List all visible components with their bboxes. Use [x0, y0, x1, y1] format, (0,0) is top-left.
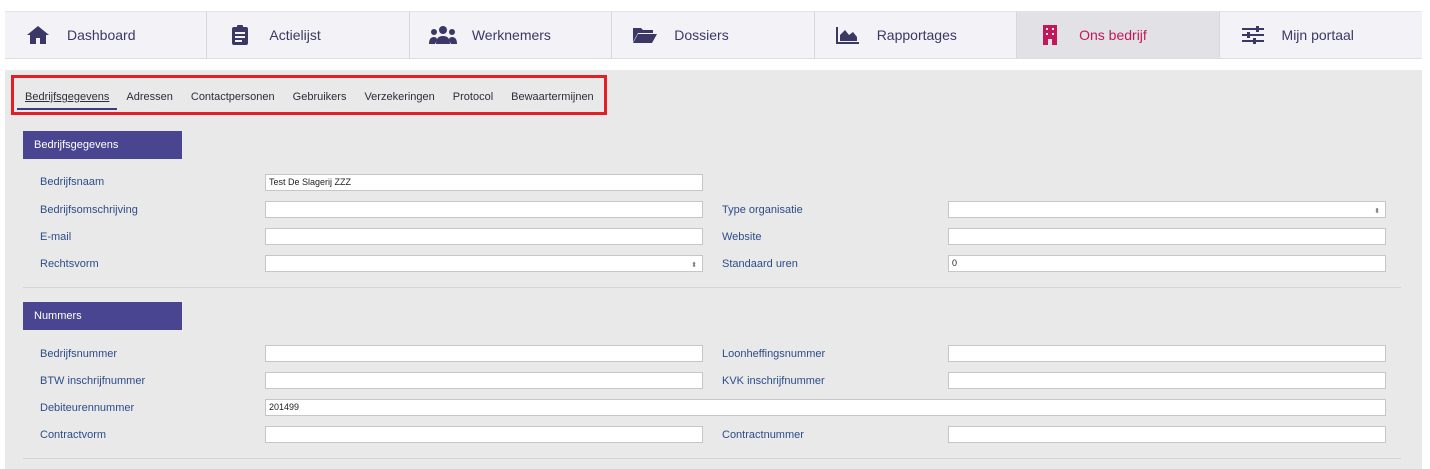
contractnummer-input[interactable]: [948, 426, 1386, 443]
website-label: Website: [722, 231, 762, 243]
loonheffingsnummer-input[interactable]: [948, 345, 1386, 362]
contractnummer-label: Contractnummer: [722, 429, 804, 441]
area-chart-icon: [833, 24, 863, 46]
nav-label: Mijn portaal: [1281, 27, 1354, 43]
select-arrows-icon: ⬍: [1374, 208, 1380, 215]
nav-dossiers[interactable]: Dossiers: [612, 12, 815, 58]
bedrijfsnaam-input[interactable]: Test De Slagerij ZZZ: [265, 174, 703, 191]
website-input[interactable]: [948, 228, 1386, 245]
kvk-input[interactable]: [948, 372, 1386, 389]
section-header-nummers: Nummers: [23, 302, 182, 330]
email-label: E-mail: [40, 231, 72, 243]
tab-adressen[interactable]: Adressen: [117, 84, 181, 110]
kvk-label: KVK inschrijfnummer: [722, 375, 825, 387]
bedrijfsnummer-input[interactable]: [265, 345, 703, 362]
rechtsvorm-label: Rechtsvorm: [40, 258, 99, 270]
btw-input[interactable]: [265, 372, 703, 389]
tab-gebruikers[interactable]: Gebruikers: [284, 84, 356, 110]
building-icon: [1035, 24, 1065, 46]
users-icon: [428, 24, 458, 46]
sliders-icon: [1238, 24, 1268, 46]
bedrijfsomschrijving-label: Bedrijfsomschrijving: [40, 204, 138, 216]
home-icon: [23, 24, 53, 46]
nav-werknemers[interactable]: Werknemers: [410, 12, 613, 58]
email-input[interactable]: [265, 228, 703, 245]
tab-bar: Bedrijfsgegevens Adressen Contactpersone…: [17, 84, 603, 112]
rechtsvorm-select[interactable]: ⬍: [265, 255, 703, 272]
nav-dashboard[interactable]: Dashboard: [5, 12, 208, 58]
select-arrows-icon: ⬍: [691, 262, 697, 269]
loonheffingsnummer-label: Loonheffingsnummer: [722, 348, 826, 360]
nav-label: Ons bedrijf: [1079, 27, 1147, 43]
debiteurennummer-label: Debiteurennummer: [40, 402, 135, 414]
main-nav: Dashboard Actielijst Werknemers Dossiers…: [5, 11, 1422, 59]
nav-mijn-portaal[interactable]: Mijn portaal: [1220, 12, 1422, 58]
section-divider: [23, 458, 1401, 459]
btw-label: BTW inschrijfnummer: [40, 375, 146, 387]
contractvorm-label: Contractvorm: [40, 429, 107, 441]
nav-actielijst[interactable]: Actielijst: [207, 12, 410, 58]
tab-bedrijfsgegevens[interactable]: Bedrijfsgegevens: [17, 84, 118, 110]
nav-label: Dossiers: [674, 27, 729, 43]
folder-icon: [630, 24, 660, 46]
content-area: Bedrijfsgegevens Adressen Contactpersone…: [5, 70, 1422, 469]
nav-label: Rapportages: [876, 27, 957, 43]
tab-protocol[interactable]: Protocol: [444, 84, 502, 110]
bedrijfsnaam-label: Bedrijfsnaam: [40, 176, 105, 188]
nav-label: Actielijst: [269, 27, 321, 43]
tab-bewaartermijnen[interactable]: Bewaartermijnen: [502, 84, 603, 110]
nav-ons-bedrijf[interactable]: Ons bedrijf: [1017, 12, 1220, 58]
tab-contactpersonen[interactable]: Contactpersonen: [182, 84, 284, 110]
tab-verzekeringen[interactable]: Verzekeringen: [355, 84, 443, 110]
bedrijfsnummer-label: Bedrijfsnummer: [40, 348, 118, 360]
section-divider: [23, 287, 1401, 288]
nav-label: Dashboard: [67, 27, 136, 43]
nav-rapportages[interactable]: Rapportages: [815, 12, 1018, 58]
bedrijfsomschrijving-input[interactable]: [265, 201, 703, 218]
nav-label: Werknemers: [471, 27, 551, 43]
standaard-uren-label: Standaard uren: [722, 258, 798, 270]
clipboard-icon: [225, 24, 255, 46]
type-organisatie-select[interactable]: ⬍: [948, 201, 1386, 218]
section-header-bedrijfsgegevens: Bedrijfsgegevens: [23, 131, 182, 159]
debiteurennummer-input[interactable]: 201499: [265, 399, 1386, 416]
type-organisatie-label: Type organisatie: [722, 204, 803, 216]
standaard-uren-input[interactable]: 0: [948, 255, 1386, 272]
contractvorm-input[interactable]: [265, 426, 703, 443]
